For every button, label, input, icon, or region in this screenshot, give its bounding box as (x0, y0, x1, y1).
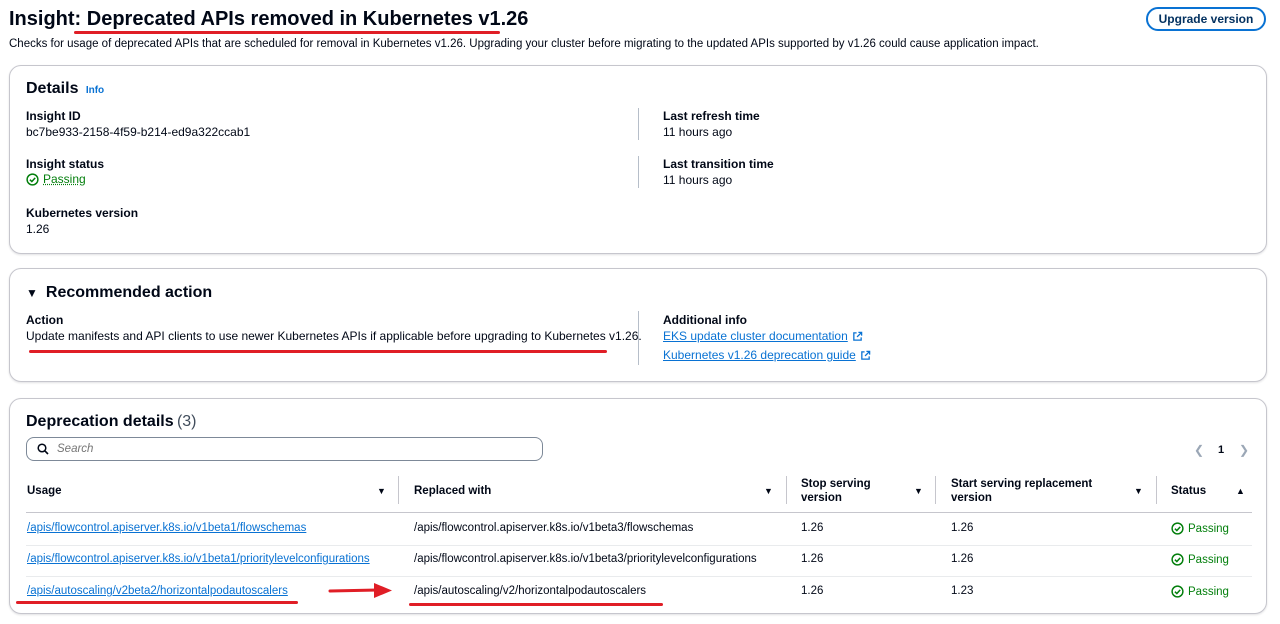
k8s-version-value: 1.26 (26, 222, 50, 236)
row-divider (26, 545, 1252, 546)
sort-caret-icon[interactable]: ▼ (1134, 486, 1143, 496)
search-icon (37, 443, 49, 455)
next-page-icon[interactable]: ❯ (1239, 443, 1249, 457)
column-divider (935, 476, 936, 504)
column-header-stop-serving[interactable]: Stop serving version (801, 477, 871, 505)
deprecation-count: (3) (176, 413, 197, 430)
sort-caret-icon[interactable]: ▼ (914, 486, 923, 496)
insight-status-label: Insight status (26, 157, 105, 171)
k8s-guide-link-row: Kubernetes v1.26 deprecation guide (663, 348, 871, 362)
success-check-icon (1171, 522, 1184, 535)
additional-info-label: Additional info (663, 313, 747, 327)
current-page-number[interactable]: 1 (1218, 444, 1224, 456)
insight-status-value: Passing (26, 172, 86, 186)
row2-stop-serving: 1.26 (801, 553, 824, 565)
success-check-icon (1171, 553, 1184, 566)
title-annotation-underline (74, 31, 500, 34)
row-divider (26, 576, 1252, 577)
row3-replaced-annotation-underline (409, 603, 663, 606)
upgrade-version-button[interactable]: Upgrade version (1146, 7, 1266, 31)
last-refresh-label: Last refresh time (663, 109, 760, 123)
action-value: Update manifests and API clients to use … (26, 329, 642, 343)
column-divider (398, 476, 399, 504)
last-refresh-value: 11 hours ago (663, 125, 733, 139)
last-transition-value: 11 hours ago (663, 173, 733, 187)
eks-update-docs-link[interactable]: EKS update cluster documentation (663, 329, 848, 343)
row3-replaced: /apis/autoscaling/v2/horizontalpodautosc… (414, 585, 647, 597)
annotation-arrow-icon (328, 583, 392, 598)
details-heading: Details (26, 80, 79, 97)
start-serving-line1: Start serving replacement (951, 478, 1093, 490)
sort-ascending-icon[interactable]: ▲ (1236, 486, 1245, 496)
action-label: Action (26, 313, 64, 327)
page-description: Checks for usage of deprecated APIs that… (9, 38, 1039, 50)
row3-stop-serving: 1.26 (801, 585, 824, 597)
sort-caret-icon[interactable]: ▼ (377, 486, 386, 496)
eks-docs-link-row: EKS update cluster documentation (663, 329, 863, 343)
recommended-action-panel: ▼ Recommended action Action Update manif… (9, 268, 1267, 382)
details-heading-row: Details Info (26, 80, 104, 98)
search-box (26, 437, 543, 461)
row2-start-serving: 1.26 (951, 553, 974, 565)
row3-start-serving: 1.23 (951, 585, 974, 597)
deprecation-details-panel: Deprecation details (3) ❮ 1 ❯ Usage ▼ Re… (9, 398, 1267, 614)
row2-usage-link[interactable]: /apis/flowcontrol.apiserver.k8s.io/v1bet… (27, 553, 370, 565)
row1-status-text: Passing (1188, 522, 1229, 535)
row1-stop-serving: 1.26 (801, 522, 824, 534)
start-serving-line2: version (951, 492, 992, 504)
external-link-icon (861, 350, 871, 360)
row1-start-serving: 1.26 (951, 522, 974, 534)
row2-replaced: /apis/flowcontrol.apiserver.k8s.io/v1bet… (414, 553, 757, 565)
sort-caret-icon[interactable]: ▼ (764, 486, 773, 496)
row3-usage-annotation-underline (16, 601, 298, 604)
row3-usage-link[interactable]: /apis/autoscaling/v2beta2/horizontalpoda… (27, 585, 288, 597)
title-prefix: Insight: (9, 8, 87, 30)
row1-replaced: /apis/flowcontrol.apiserver.k8s.io/v1bet… (414, 522, 694, 534)
column-header-replaced[interactable]: Replaced with (414, 484, 491, 498)
k8s-deprecation-guide-link[interactable]: Kubernetes v1.26 deprecation guide (663, 348, 856, 362)
success-check-icon (1171, 585, 1184, 598)
column-header-status[interactable]: Status (1171, 484, 1206, 498)
action-annotation-underline (29, 350, 607, 353)
column-header-usage[interactable]: Usage (27, 484, 62, 498)
details-info-link[interactable]: Info (86, 85, 104, 96)
row2-status: Passing (1171, 553, 1229, 566)
previous-page-icon[interactable]: ❮ (1194, 443, 1204, 457)
column-divider (1156, 476, 1157, 504)
details-panel: Details Info Insight ID bc7be933-2158-4f… (9, 65, 1267, 254)
insight-id-label: Insight ID (26, 109, 81, 123)
deprecation-heading-row: Deprecation details (3) (26, 413, 197, 431)
insight-id-value: bc7be933-2158-4f59-b214-ed9a322ccab1 (26, 125, 251, 139)
details-column-divider (638, 108, 639, 140)
page-title: Insight: Deprecated APIs removed in Kube… (9, 8, 528, 31)
recommended-action-heading: Recommended action (45, 284, 213, 301)
k8s-version-label: Kubernetes version (26, 206, 139, 220)
row3-status: Passing (1171, 585, 1229, 598)
success-check-icon (26, 172, 39, 186)
stop-serving-line1: Stop serving (801, 478, 871, 490)
caret-down-icon: ▼ (26, 286, 38, 300)
external-link-icon (852, 331, 863, 341)
row1-usage-link[interactable]: /apis/flowcontrol.apiserver.k8s.io/v1bet… (27, 522, 306, 534)
deprecation-heading: Deprecation details (26, 413, 174, 430)
column-divider (786, 476, 787, 504)
recommended-column-divider (638, 311, 639, 365)
table-header-divider (26, 512, 1252, 513)
details-column-divider (638, 156, 639, 188)
last-transition-label: Last transition time (663, 157, 774, 171)
search-input[interactable] (55, 442, 519, 456)
insight-status-text: Passing (43, 172, 86, 186)
column-header-start-serving[interactable]: Start serving replacement version (951, 477, 1092, 505)
row1-status: Passing (1171, 522, 1229, 535)
stop-serving-line2: version (801, 492, 842, 504)
row2-status-text: Passing (1188, 553, 1229, 566)
row3-status-text: Passing (1188, 585, 1229, 598)
recommended-action-toggle[interactable]: ▼ Recommended action (26, 284, 212, 302)
title-main: Deprecated APIs removed in Kubernetes v1… (86, 8, 529, 30)
